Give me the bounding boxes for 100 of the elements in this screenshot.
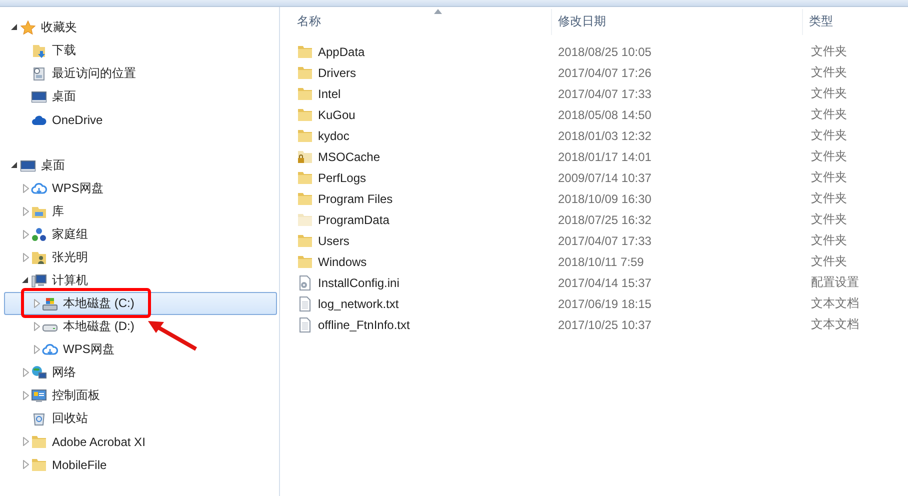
modified-date: 2018/10/11 7:59 — [557, 254, 645, 268]
file-name[interactable]: Program Files — [297, 190, 551, 206]
tree-item[interactable]: 桌面 — [4, 85, 277, 108]
file-name[interactable]: Users — [297, 232, 551, 248]
folder-icon — [31, 456, 47, 472]
file-name[interactable]: Windows — [297, 254, 551, 270]
tree-item[interactable]: 收藏夹 — [4, 16, 277, 39]
file-type: 文件夹 — [810, 232, 848, 249]
file-name[interactable]: Drivers — [297, 64, 551, 80]
file-type: 文件夹 — [810, 169, 848, 186]
folder-icon — [297, 232, 313, 248]
file-type: 文本文档 — [810, 316, 860, 333]
tree-item[interactable]: 家庭组 — [4, 223, 277, 246]
expand-arrow-icon[interactable] — [22, 230, 28, 239]
faded-folder-icon — [297, 212, 313, 228]
file-name[interactable]: Intel — [297, 86, 551, 102]
modified-date: 2017/10/25 10:37 — [557, 318, 652, 332]
file-name[interactable]: AppData — [297, 44, 551, 60]
homegroup-icon — [31, 226, 47, 242]
expand-arrow-icon[interactable] — [34, 345, 40, 354]
modified-date: 2017/04/07 17:33 — [557, 234, 652, 248]
expand-arrow-icon[interactable] — [22, 437, 28, 446]
file-name[interactable]: InstallConfig.ini — [297, 274, 551, 290]
file-type: 文件夹 — [810, 64, 848, 81]
folder-icon — [297, 64, 313, 80]
tree-item[interactable]: 计算机 — [4, 269, 277, 292]
file-type: 文件夹 — [810, 190, 848, 207]
folder-icon — [297, 44, 313, 60]
file-type: 文件夹 — [810, 85, 848, 102]
recent-places-icon — [31, 66, 47, 82]
file-name[interactable]: MSOCache — [297, 148, 551, 164]
file-type: 文件夹 — [810, 253, 848, 270]
expand-arrow-icon[interactable] — [34, 299, 40, 308]
cloud-outline-icon — [42, 342, 58, 358]
file-name[interactable]: offline_FtnInfo.txt — [297, 316, 551, 332]
tree-item[interactable]: 张光明 — [4, 246, 277, 269]
computer-icon — [31, 272, 47, 288]
folder-icon — [297, 254, 313, 270]
file-name[interactable]: PerfLogs — [297, 170, 551, 186]
file-type: 文件夹 — [810, 211, 848, 228]
expand-arrow-icon[interactable] — [34, 322, 40, 331]
folder-icon — [297, 86, 313, 102]
collapse-arrow-icon[interactable] — [22, 277, 29, 284]
tree-item[interactable]: MobileFile — [4, 453, 277, 476]
modified-date: 2018/08/25 10:05 — [557, 44, 652, 58]
expand-arrow-icon[interactable] — [22, 184, 28, 193]
file-type: 文件夹 — [810, 127, 848, 144]
expand-arrow-icon[interactable] — [22, 253, 28, 262]
tree-item[interactable]: OneDrive — [4, 108, 277, 131]
tree-item[interactable]: 桌面 — [4, 154, 277, 177]
modified-date: 2017/06/19 18:15 — [557, 296, 652, 310]
system-drive-icon — [42, 296, 58, 312]
file-name[interactable]: ProgramData — [297, 212, 551, 228]
modified-date: 2018/07/25 16:32 — [557, 212, 652, 226]
user-folder-icon — [31, 250, 47, 266]
modified-date: 2018/10/09 16:30 — [557, 192, 652, 206]
modified-date: 2018/01/03 12:32 — [557, 128, 652, 142]
recycle-bin-icon — [31, 410, 47, 426]
folder-icon — [31, 434, 47, 450]
file-type: 文件夹 — [810, 106, 848, 123]
tree-item[interactable]: WPS网盘 — [4, 177, 277, 200]
folder-icon — [297, 170, 313, 186]
file-name[interactable]: kydoc — [297, 128, 551, 144]
file-name[interactable]: KuGou — [297, 106, 551, 122]
sort-arrow-icon — [434, 9, 442, 14]
star-icon — [20, 20, 36, 36]
tree-item[interactable]: 本地磁盘 (D:) — [4, 315, 277, 338]
expand-arrow-icon[interactable] — [22, 391, 28, 400]
column-header[interactable]: 名称 — [297, 8, 551, 34]
column-header[interactable]: 类型 — [802, 8, 908, 34]
desktop-icon — [31, 88, 47, 104]
tree-item[interactable]: Adobe Acrobat XI — [4, 430, 277, 453]
tree-item[interactable]: 回收站 — [4, 407, 277, 430]
expand-arrow-icon[interactable] — [22, 460, 28, 469]
network-icon — [31, 364, 47, 380]
expand-arrow-icon[interactable] — [22, 207, 28, 216]
modified-date: 2017/04/14 15:37 — [557, 276, 652, 290]
folder-download-icon — [31, 42, 47, 58]
file-name[interactable]: log_network.txt — [297, 296, 551, 312]
collapse-arrow-icon[interactable] — [11, 162, 18, 169]
column-header[interactable]: 修改日期 — [551, 8, 802, 34]
folder-icon — [297, 128, 313, 144]
folder-icon — [297, 190, 313, 206]
tree-item[interactable]: WPS网盘 — [4, 338, 277, 361]
tree-item[interactable]: 网络 — [4, 361, 277, 384]
expand-arrow-icon[interactable] — [22, 368, 28, 377]
modified-date: 2018/01/17 14:01 — [557, 150, 652, 164]
file-type: 文件夹 — [810, 43, 848, 60]
cloud-outline-icon — [31, 180, 47, 196]
modified-date: 2017/04/07 17:26 — [557, 66, 652, 80]
collapse-arrow-icon[interactable] — [11, 24, 18, 31]
file-type: 文本文档 — [810, 295, 860, 312]
tree-item[interactable]: 最近访问的位置 — [4, 62, 277, 85]
tree-item[interactable]: 库 — [4, 200, 277, 223]
text-file-icon — [297, 316, 313, 332]
locked-folder-icon — [297, 148, 313, 164]
tree-item[interactable]: 下载 — [4, 39, 277, 62]
settings-file-icon — [297, 274, 313, 290]
tree-item[interactable]: 控制面板 — [4, 384, 277, 407]
modified-date: 2017/04/07 17:33 — [557, 86, 652, 100]
